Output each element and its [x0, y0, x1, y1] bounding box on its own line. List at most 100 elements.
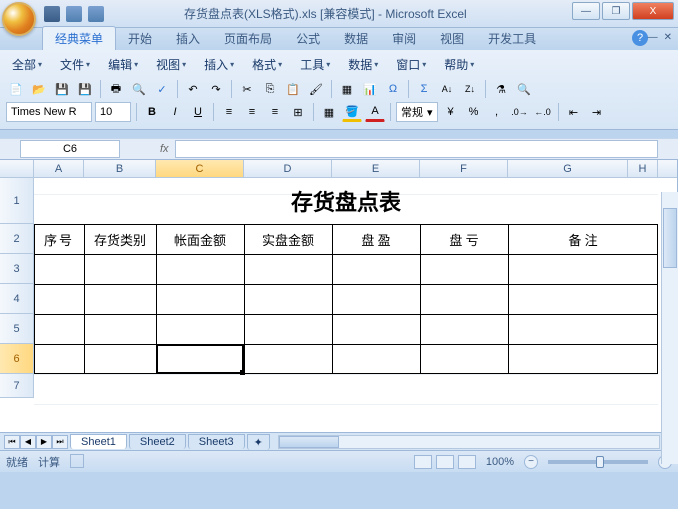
- menu-view[interactable]: 视图▾: [150, 54, 192, 75]
- undo-icon[interactable]: ↶: [183, 79, 203, 99]
- row-header-5[interactable]: 5: [0, 314, 34, 344]
- tab-home[interactable]: 开始: [116, 27, 164, 50]
- col-header-h[interactable]: H: [628, 160, 658, 177]
- save-icon[interactable]: 💾: [52, 79, 72, 99]
- tab-nav-first[interactable]: ⏮: [4, 435, 20, 449]
- redo-icon[interactable]: ↷: [206, 79, 226, 99]
- bold-button[interactable]: B: [142, 102, 162, 122]
- menu-data[interactable]: 数据▾: [342, 54, 384, 75]
- row-header-2[interactable]: 2: [0, 224, 34, 254]
- view-page-break-icon[interactable]: [458, 455, 476, 469]
- spell-icon[interactable]: ✓: [152, 79, 172, 99]
- align-right-icon[interactable]: ≡: [265, 102, 285, 122]
- decrease-indent-icon[interactable]: ⇥: [587, 102, 607, 122]
- tab-insert[interactable]: 插入: [164, 27, 212, 50]
- menu-all[interactable]: 全部▾: [6, 54, 48, 75]
- decrease-decimal-icon[interactable]: ←.0: [533, 102, 553, 122]
- align-center-icon[interactable]: ≡: [242, 102, 262, 122]
- tab-view[interactable]: 视图: [428, 27, 476, 50]
- menu-file[interactable]: 文件▾: [54, 54, 96, 75]
- name-box[interactable]: C6: [20, 140, 120, 158]
- align-left-icon[interactable]: ≡: [219, 102, 239, 122]
- office-button[interactable]: [2, 2, 36, 36]
- horizontal-scrollbar[interactable]: [278, 435, 660, 449]
- tab-nav-next[interactable]: ▶: [36, 435, 52, 449]
- percent-icon[interactable]: %: [464, 102, 484, 122]
- font-size-combo[interactable]: 10: [95, 102, 131, 122]
- row-header-1[interactable]: 1: [0, 178, 34, 224]
- tab-nav-prev[interactable]: ◀: [20, 435, 36, 449]
- comma-icon[interactable]: ,: [487, 102, 507, 122]
- tab-data[interactable]: 数据: [332, 27, 380, 50]
- tab-formulas[interactable]: 公式: [284, 27, 332, 50]
- cells-area[interactable]: 存货盘点表 序号 存货类别 帐面金额 实盘金额 盘 盈 盘 亏 备 注: [34, 178, 658, 432]
- chart-icon[interactable]: 📊: [360, 79, 380, 99]
- fill-color-icon[interactable]: 🪣: [342, 102, 362, 122]
- redo-icon[interactable]: [88, 6, 104, 22]
- underline-button[interactable]: U: [188, 102, 208, 122]
- col-header-b[interactable]: B: [84, 160, 156, 177]
- zoom-level[interactable]: 100%: [486, 456, 514, 468]
- new-sheet-icon[interactable]: ✦: [247, 434, 270, 450]
- col-header-d[interactable]: D: [244, 160, 332, 177]
- font-color-icon[interactable]: A: [365, 102, 385, 122]
- col-header-a[interactable]: A: [34, 160, 84, 177]
- col-header-g[interactable]: G: [508, 160, 628, 177]
- col-header-f[interactable]: F: [420, 160, 508, 177]
- sheet-tab-1[interactable]: Sheet1: [70, 434, 127, 449]
- col-header-c[interactable]: C: [156, 160, 244, 177]
- close-button[interactable]: X: [632, 2, 674, 20]
- increase-decimal-icon[interactable]: .0→: [510, 102, 530, 122]
- menu-tools[interactable]: 工具▾: [294, 54, 336, 75]
- undo-icon[interactable]: [66, 6, 82, 22]
- doc-close-icon[interactable]: ✕: [664, 32, 672, 43]
- merge-icon[interactable]: ⊞: [288, 102, 308, 122]
- ribbon-minimize-icon[interactable]: —: [648, 32, 658, 43]
- tab-page-layout[interactable]: 页面布局: [212, 27, 284, 50]
- copy-icon[interactable]: ⎘: [260, 79, 280, 99]
- find-icon[interactable]: 🔍: [514, 79, 534, 99]
- menu-help[interactable]: 帮助▾: [438, 54, 480, 75]
- minimize-button[interactable]: —: [572, 2, 600, 20]
- open-icon[interactable]: 📂: [29, 79, 49, 99]
- currency-icon[interactable]: ¥: [441, 102, 461, 122]
- tab-review[interactable]: 审阅: [380, 27, 428, 50]
- zoom-out-button[interactable]: −: [524, 455, 538, 469]
- view-normal-icon[interactable]: [414, 455, 432, 469]
- borders-icon[interactable]: ▦: [319, 102, 339, 122]
- sort-desc-icon[interactable]: Z↓: [460, 79, 480, 99]
- row-header-3[interactable]: 3: [0, 254, 34, 284]
- menu-edit[interactable]: 编辑▾: [102, 54, 144, 75]
- italic-button[interactable]: I: [165, 102, 185, 122]
- table-icon[interactable]: ▦: [337, 79, 357, 99]
- paste-icon[interactable]: 📋: [283, 79, 303, 99]
- sheet-tab-3[interactable]: Sheet3: [188, 434, 245, 449]
- saveas-icon[interactable]: 💾: [75, 79, 95, 99]
- tab-classic-menu[interactable]: 经典菜单: [42, 26, 116, 50]
- zoom-slider[interactable]: [548, 460, 648, 464]
- font-name-combo[interactable]: Times New R: [6, 102, 92, 122]
- number-format-combo[interactable]: 常规▾: [396, 102, 438, 122]
- row-header-7[interactable]: 7: [0, 374, 34, 398]
- formula-input[interactable]: [175, 140, 658, 158]
- row-header-4[interactable]: 4: [0, 284, 34, 314]
- tab-developer[interactable]: 开发工具: [476, 27, 548, 50]
- menu-insert[interactable]: 插入▾: [198, 54, 240, 75]
- macro-record-icon[interactable]: [70, 454, 84, 468]
- cut-icon[interactable]: ✂: [237, 79, 257, 99]
- help-icon[interactable]: ?: [632, 30, 648, 46]
- format-painter-icon[interactable]: 🖌: [306, 79, 326, 99]
- vertical-scrollbar[interactable]: [661, 192, 678, 464]
- select-all-corner[interactable]: [0, 160, 34, 177]
- save-icon[interactable]: [44, 6, 60, 22]
- print-icon[interactable]: 🖶: [106, 79, 126, 99]
- maximize-button[interactable]: ❐: [602, 2, 630, 20]
- tab-nav-last[interactable]: ⏭: [52, 435, 68, 449]
- view-page-layout-icon[interactable]: [436, 455, 454, 469]
- print-preview-icon[interactable]: 🔍: [129, 79, 149, 99]
- sheet-tab-2[interactable]: Sheet2: [129, 434, 186, 449]
- filter-icon[interactable]: ⚗: [491, 79, 511, 99]
- menu-window[interactable]: 窗口▾: [390, 54, 432, 75]
- symbol-icon[interactable]: Ω: [383, 79, 403, 99]
- menu-format[interactable]: 格式▾: [246, 54, 288, 75]
